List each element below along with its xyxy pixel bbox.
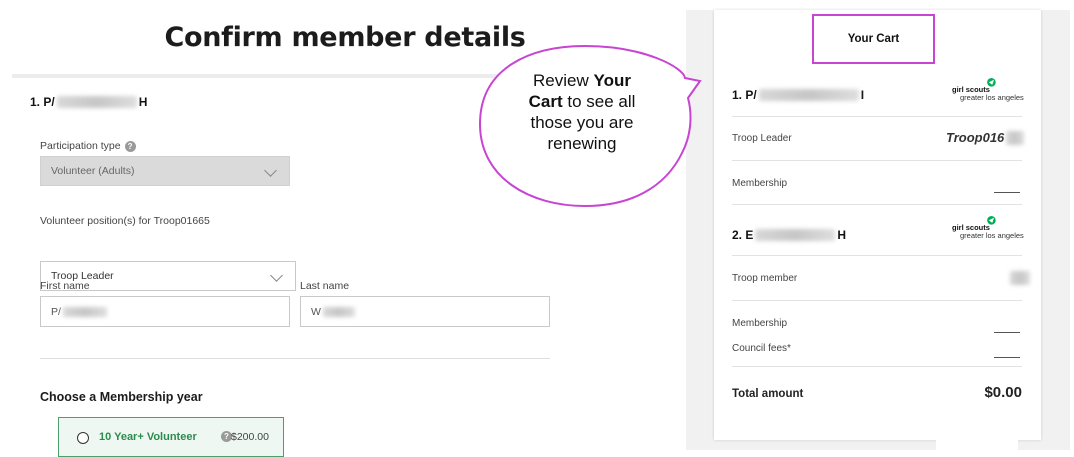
callout-line3: those you are [530, 113, 634, 132]
cart-troop-code: Troop016 [946, 130, 1025, 145]
redacted-name [758, 89, 859, 101]
cart-role-label: Troop member [732, 273, 798, 284]
radio-button[interactable] [77, 432, 89, 444]
chevron-down-icon [270, 269, 283, 282]
cart-divider [732, 204, 1022, 205]
cart-member-name-prefix: 1. P/ [732, 88, 757, 102]
cart-divider [732, 160, 1022, 161]
callout-line1-pre: Review [533, 71, 594, 90]
cart-member-name: 1. P/ I [732, 88, 864, 102]
redacted-troop [1006, 130, 1025, 145]
option-price: $200.00 [231, 431, 269, 443]
cart-divider [732, 116, 1022, 117]
callout-line2: Cart to see all [487, 91, 677, 112]
cart-membership-label: Membership [732, 178, 788, 189]
first-name-field[interactable]: P/ [40, 296, 290, 327]
cart-divider [732, 255, 1022, 256]
help-icon[interactable]: ? [124, 140, 136, 152]
price-placeholder [994, 324, 1020, 342]
callout-line1: Review Your [487, 70, 677, 91]
cart-divider [732, 366, 1022, 367]
participation-type-label-text: Participation type [40, 140, 121, 152]
cart-divider [732, 300, 1022, 301]
callout-line2-post: to see all [562, 92, 636, 111]
last-name-label: Last name [300, 280, 350, 292]
membership-option-card[interactable]: 10 Year+ Volunteer ? $200.00 [58, 417, 284, 457]
section-divider [40, 358, 550, 359]
first-name-label: First name [40, 280, 90, 292]
callout-line4: renewing [547, 134, 617, 153]
price-placeholder [994, 349, 1020, 367]
participation-type-select: Volunteer (Adults) [40, 156, 290, 186]
total-label: Total amount [732, 388, 804, 400]
cart-member-name-suffix: H [837, 228, 847, 242]
first-name-value: P/ [51, 305, 61, 318]
total-value: $0.00 [984, 384, 1022, 401]
chevron-down-icon [264, 164, 277, 177]
logo-text: girl scouts greater los angeles [952, 86, 1024, 102]
cart-member-name-suffix: I [860, 88, 865, 102]
last-name-field[interactable]: W [300, 296, 550, 327]
price-placeholder [994, 184, 1020, 202]
troop-code-text: Troop016 [946, 130, 1005, 145]
cart-member-name: 2. E H [732, 228, 846, 242]
logo-text: girl scouts greater los angeles [952, 224, 1024, 240]
membership-year-heading: Choose a Membership year [40, 390, 203, 404]
cart-member-name-prefix: 2. E [732, 228, 754, 242]
last-name-value: W [311, 305, 321, 318]
member-heading-suffix: H [138, 95, 148, 109]
logo-line2: greater los angeles [960, 231, 1024, 240]
callout-line1-bold: Your [593, 71, 631, 90]
volunteer-position-label: Volunteer position(s) for Troop01665 [40, 215, 210, 227]
redacted-name [56, 96, 137, 108]
cart-title: Your Cart [812, 14, 935, 64]
participation-type-value: Volunteer (Adults) [51, 165, 135, 177]
cart-membership-label: Membership [732, 318, 788, 329]
member-heading-prefix: 1. P/ [30, 95, 55, 109]
option-label: 10 Year+ Volunteer [99, 431, 197, 443]
member-heading: 1. P/ H [30, 95, 147, 109]
participation-type-label: Participation type? [40, 140, 136, 152]
cart-council-fees-label: Council fees* [732, 343, 791, 354]
cart-bottom-gap [936, 438, 1018, 450]
callout-text: Review Your Cart to see all those you ar… [487, 70, 677, 154]
redacted-last-name [322, 306, 355, 317]
redacted-first-name [62, 306, 107, 317]
redacted-value [1010, 271, 1030, 285]
logo-line2: greater los angeles [960, 93, 1024, 102]
redacted-name [755, 229, 836, 241]
cart-role-label: Troop Leader [732, 133, 792, 144]
callout-line2-bold: Cart [528, 92, 563, 111]
